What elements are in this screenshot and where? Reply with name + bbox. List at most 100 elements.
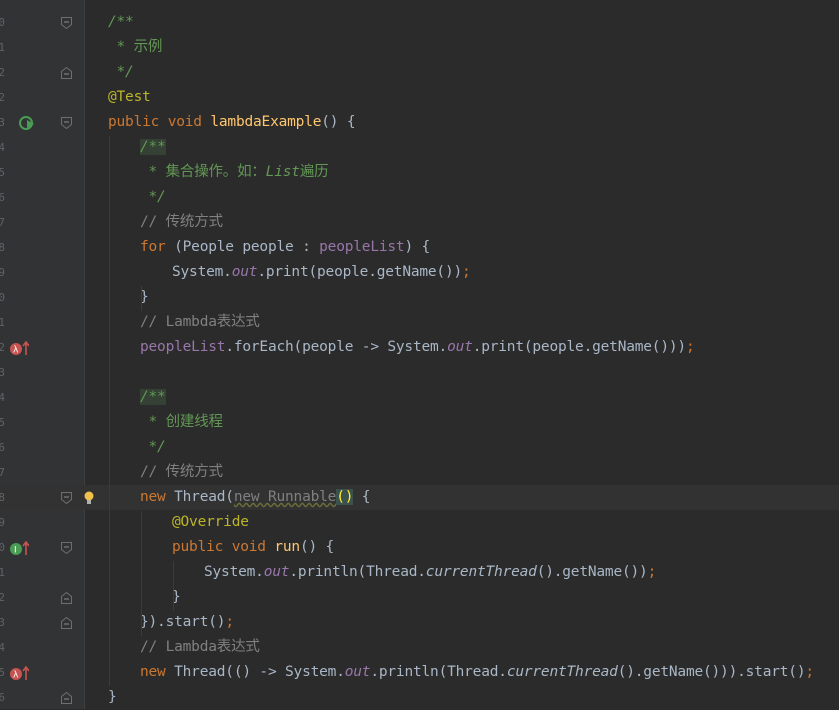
line-number: 0 [0,541,5,554]
code-line[interactable]: 0 /** [0,10,839,35]
code-token: System. [204,564,264,580]
fold-marker-icon[interactable] [61,617,72,629]
code-token: * [140,414,166,430]
code-text[interactable]: @Test [108,85,151,110]
code-text[interactable]: // Lambda表达式 [140,635,260,660]
code-line[interactable]: 5 * 创建线程 [0,410,839,435]
line-number: 0 [0,16,5,29]
indent-guide [109,136,110,686]
code-line[interactable]: 4 /** [0,135,839,160]
code-text[interactable]: new Thread(new Runnable() { [140,485,371,510]
code-text[interactable]: // 传统方式 [140,210,223,235]
fold-marker-icon[interactable] [61,117,72,129]
line-number: 5 [0,166,5,179]
code-text[interactable]: peopleList.forEach(people -> System.out.… [140,335,695,360]
code-line[interactable]: 0 public void run() { [0,535,839,560]
code-text[interactable]: * 集合操作。如：List遍历 [140,160,329,185]
code-text[interactable]: System.out.println(Thread.currentThread(… [204,560,656,585]
code-token: out [231,264,258,280]
code-line[interactable]: 3}).start(); [0,610,839,635]
code-token: { [353,489,371,505]
implements-method-icon[interactable]: I [9,540,29,556]
code-token: ; [225,614,234,630]
code-line[interactable]: 2 */ [0,60,839,85]
code-line[interactable]: 8 for (People people : peopleList) { [0,235,839,260]
code-text[interactable]: /** [140,135,166,160]
fold-marker-icon[interactable] [61,17,72,29]
code-token: currentThread [425,564,537,580]
lambda-implements-icon[interactable]: λ [9,665,29,681]
code-line[interactable]: 4 /** [0,385,839,410]
fold-marker-icon[interactable] [61,592,72,604]
fold-marker-icon[interactable] [61,492,72,504]
code-text[interactable]: }).start(); [140,610,234,635]
code-text[interactable]: */ [140,185,166,210]
code-token: * [108,39,134,55]
code-line[interactable]: 1 System.out.println(Thread.currentThread… [0,560,839,585]
code-line[interactable]: 9 @Override [0,510,839,535]
lambda-implements-icon[interactable]: λ [9,340,29,356]
fold-marker-icon[interactable] [61,542,72,554]
code-line[interactable]: 7 // 传统方式 [0,460,839,485]
code-line[interactable]: 3 public void lambdaExample() { [0,110,839,135]
line-number: 8 [0,491,5,504]
code-text[interactable]: * 创建线程 [140,410,223,435]
code-text[interactable]: */ [140,435,166,460]
code-line[interactable]: 5 * 集合操作。如：List遍历 [0,160,839,185]
code-line[interactable]: 8 new Thread(new Runnable() { [0,485,839,510]
code-token: ) { [404,239,431,255]
code-text[interactable]: /** [108,10,134,35]
code-token: 示例 [133,39,163,55]
code-line[interactable]: 5 new Thread(() -> System.out.println(Thr… [0,660,839,685]
code-token: */ [140,189,166,205]
code-line[interactable]: 6} [0,685,839,710]
code-line[interactable]: 0} [0,285,839,310]
code-line[interactable]: 1 * 示例 [0,35,839,60]
code-token: lambdaExample [210,114,322,130]
code-line[interactable]: 4 // Lambda表达式 [0,635,839,660]
code-text[interactable]: public void lambdaExample() { [108,110,356,135]
code-text[interactable]: public void run() { [172,535,334,560]
code-text[interactable]: // Lambda表达式 [140,310,260,335]
code-token: */ [140,439,166,455]
svg-text:λ: λ [13,346,19,356]
code-token: new [140,489,175,505]
code-token: List [265,164,300,180]
code-text[interactable]: System.out.print(people.getName()); [172,260,471,285]
code-text[interactable]: for (People people : peopleList) { [140,235,430,260]
code-line[interactable]: 6 */ [0,185,839,210]
code-token: /** [108,14,134,30]
code-line[interactable]: 2 peopleList.forEach(people -> System.out… [0,335,839,360]
code-line[interactable]: 9 System.out.print(people.getName()); [0,260,839,285]
code-text[interactable]: * 示例 [108,35,163,60]
code-text[interactable]: */ [108,60,134,85]
intention-bulb-icon[interactable] [81,490,101,506]
code-text[interactable]: } [108,685,117,710]
code-line[interactable]: 2} [0,585,839,610]
line-number: 1 [0,566,5,579]
code-text[interactable]: // 传统方式 [140,460,223,485]
code-token: public [108,114,168,130]
code-token: // 传统方式 [140,214,223,230]
svg-text:I: I [14,546,17,556]
code-line[interactable]: 2 @Test [0,85,839,110]
code-token: .print(people.getName()) [257,264,463,280]
code-text[interactable]: /** [140,385,166,410]
line-number: 6 [0,191,5,204]
code-text[interactable]: @Override [172,510,249,535]
code-line[interactable]: 7 // 传统方式 [0,210,839,235]
code-text[interactable]: new Thread(() -> System.out.println(Thre… [140,660,814,685]
indent-guide [173,561,174,611]
code-token: // Lambda表达式 [140,314,260,330]
fold-marker-icon[interactable] [61,692,72,704]
code-token: } [108,689,117,705]
code-token: ().getName()) [536,564,648,580]
code-token: out [344,664,371,680]
code-line[interactable]: 3 [0,360,839,385]
line-number: 3 [0,366,5,379]
code-line[interactable]: 1 // Lambda表达式 [0,310,839,335]
run-test-icon[interactable] [18,115,38,131]
code-line[interactable]: 6 */ [0,435,839,460]
fold-marker-icon[interactable] [61,67,72,79]
line-number: 1 [0,41,5,54]
